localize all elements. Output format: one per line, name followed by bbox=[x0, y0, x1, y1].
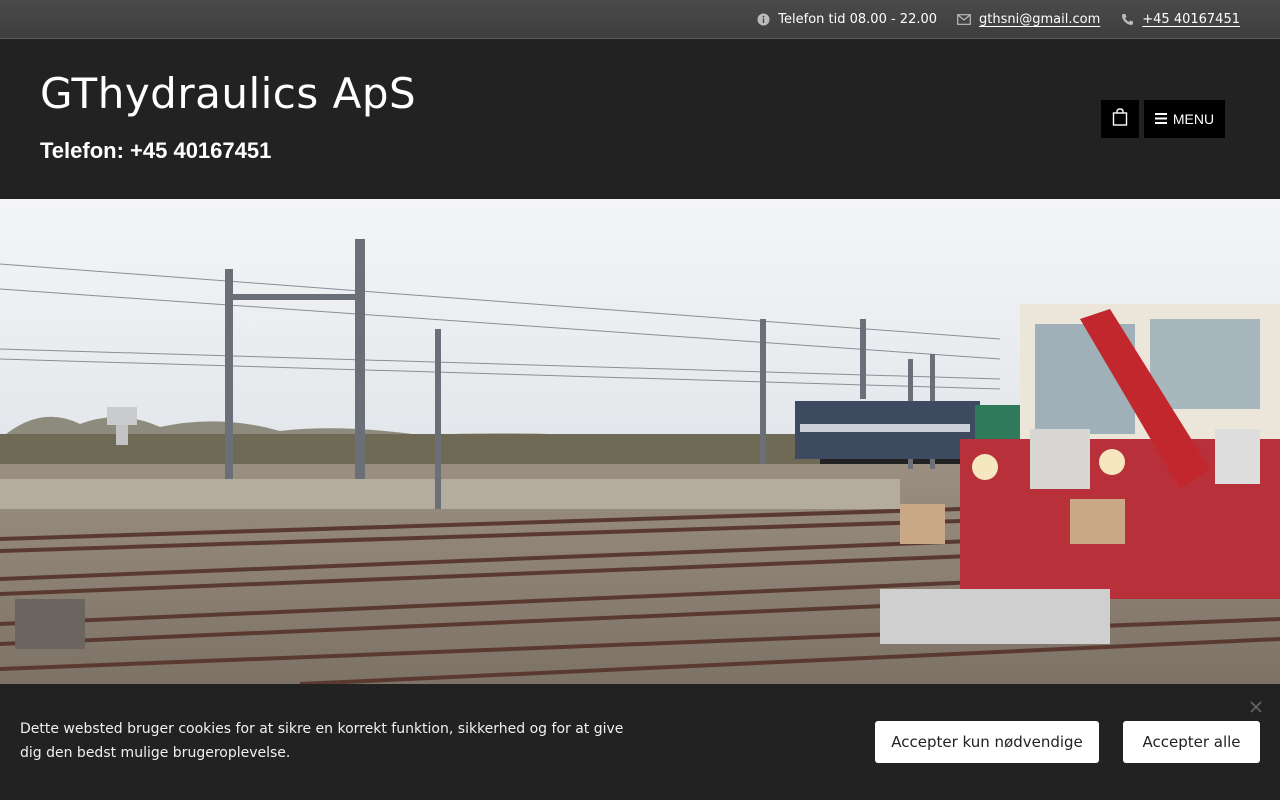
cookie-banner: Dette websted bruger cookies for at sikr… bbox=[0, 684, 1280, 800]
opening-hours-text: Telefon tid 08.00 - 22.00 bbox=[778, 11, 938, 27]
phone-link[interactable]: +45 40167451 bbox=[1142, 12, 1240, 27]
cart-button[interactable] bbox=[1101, 100, 1139, 138]
site-title[interactable]: GThydraulics ApS bbox=[40, 69, 416, 118]
accept-all-button[interactable]: Accepter alle bbox=[1123, 721, 1260, 763]
menu-label: MENU bbox=[1172, 111, 1215, 127]
close-icon[interactable] bbox=[1247, 698, 1265, 716]
phone-contact[interactable]: +45 40167451 bbox=[1120, 12, 1240, 27]
mail-icon bbox=[957, 12, 971, 26]
accept-necessary-button[interactable]: Accepter kun nødvendige bbox=[875, 721, 1099, 763]
email-contact[interactable]: gthsni@gmail.com bbox=[957, 12, 1100, 27]
cookie-message: Dette websted bruger cookies for at sikr… bbox=[20, 721, 624, 761]
site-header: GThydraulics ApS Telefon: +45 40167451 M… bbox=[0, 39, 1280, 199]
email-link[interactable]: gthsni@gmail.com bbox=[979, 12, 1100, 27]
hero-image bbox=[0, 199, 1280, 684]
info-icon bbox=[756, 12, 770, 26]
opening-hours: Telefon tid 08.00 - 22.00 bbox=[756, 12, 937, 27]
menu-button[interactable]: MENU bbox=[1144, 100, 1225, 138]
site-subtitle: Telefon: +45 40167451 bbox=[40, 138, 272, 163]
hamburger-icon bbox=[1154, 111, 1167, 127]
shopping-bag-icon bbox=[1112, 108, 1128, 130]
top-info-bar: Telefon tid 08.00 - 22.00 gthsni@gmail.c… bbox=[0, 0, 1280, 39]
phone-icon bbox=[1120, 12, 1134, 26]
